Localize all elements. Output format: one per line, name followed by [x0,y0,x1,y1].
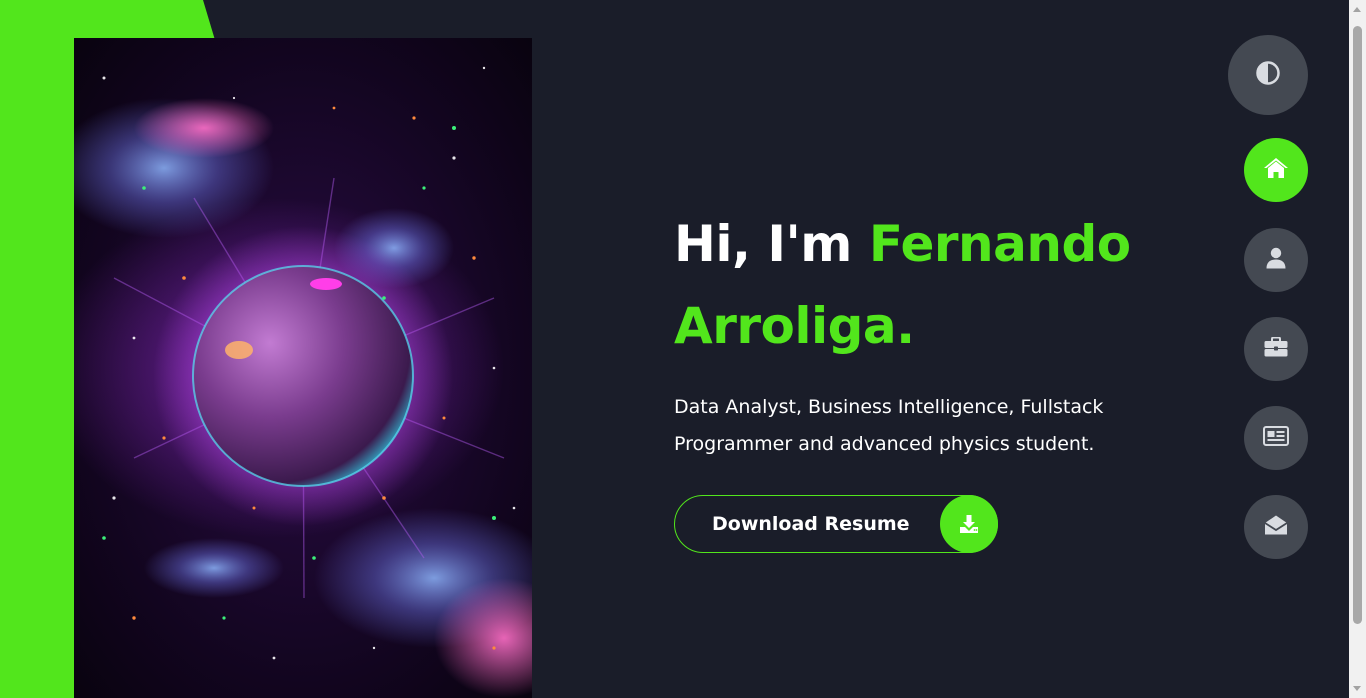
scrollbar-thumb[interactable] [1353,26,1362,624]
download-resume-label: Download Resume [712,513,910,535]
scroll-down-arrow-icon[interactable] [1353,686,1361,691]
download-icon [940,495,998,553]
briefcase-icon [1264,336,1288,361]
greeting-text: Hi, I'm [674,215,869,273]
download-resume-button[interactable]: Download Resume [674,495,998,553]
scroll-up-arrow-icon[interactable] [1353,7,1361,12]
user-icon [1266,247,1286,273]
envelope-open-icon [1264,514,1288,540]
nav-home-button[interactable] [1244,138,1308,202]
last-name: Arroliga. [674,297,915,355]
hero-tagline: Data Analyst, Business Intelligence, Ful… [674,396,1104,455]
nav-blog-button[interactable] [1244,406,1308,470]
nav-about-button[interactable] [1244,228,1308,292]
intro-section: Hi, I'm Fernando Arroliga. Data Analyst, … [674,203,1194,463]
theme-toggle-button[interactable] [1228,35,1308,115]
contrast-icon [1255,60,1281,90]
nav-portfolio-button[interactable] [1244,317,1308,381]
hero-image-cosmic-planet [74,38,532,698]
nav-contact-button[interactable] [1244,495,1308,559]
page: Hi, I'm Fernando Arroliga. Data Analyst, … [0,0,1349,698]
newspaper-icon [1263,426,1289,450]
first-name: Fernando [868,215,1131,273]
home-icon [1263,157,1289,183]
hero-headline: Hi, I'm Fernando Arroliga. [674,203,1194,367]
vertical-scrollbar[interactable] [1349,0,1366,698]
